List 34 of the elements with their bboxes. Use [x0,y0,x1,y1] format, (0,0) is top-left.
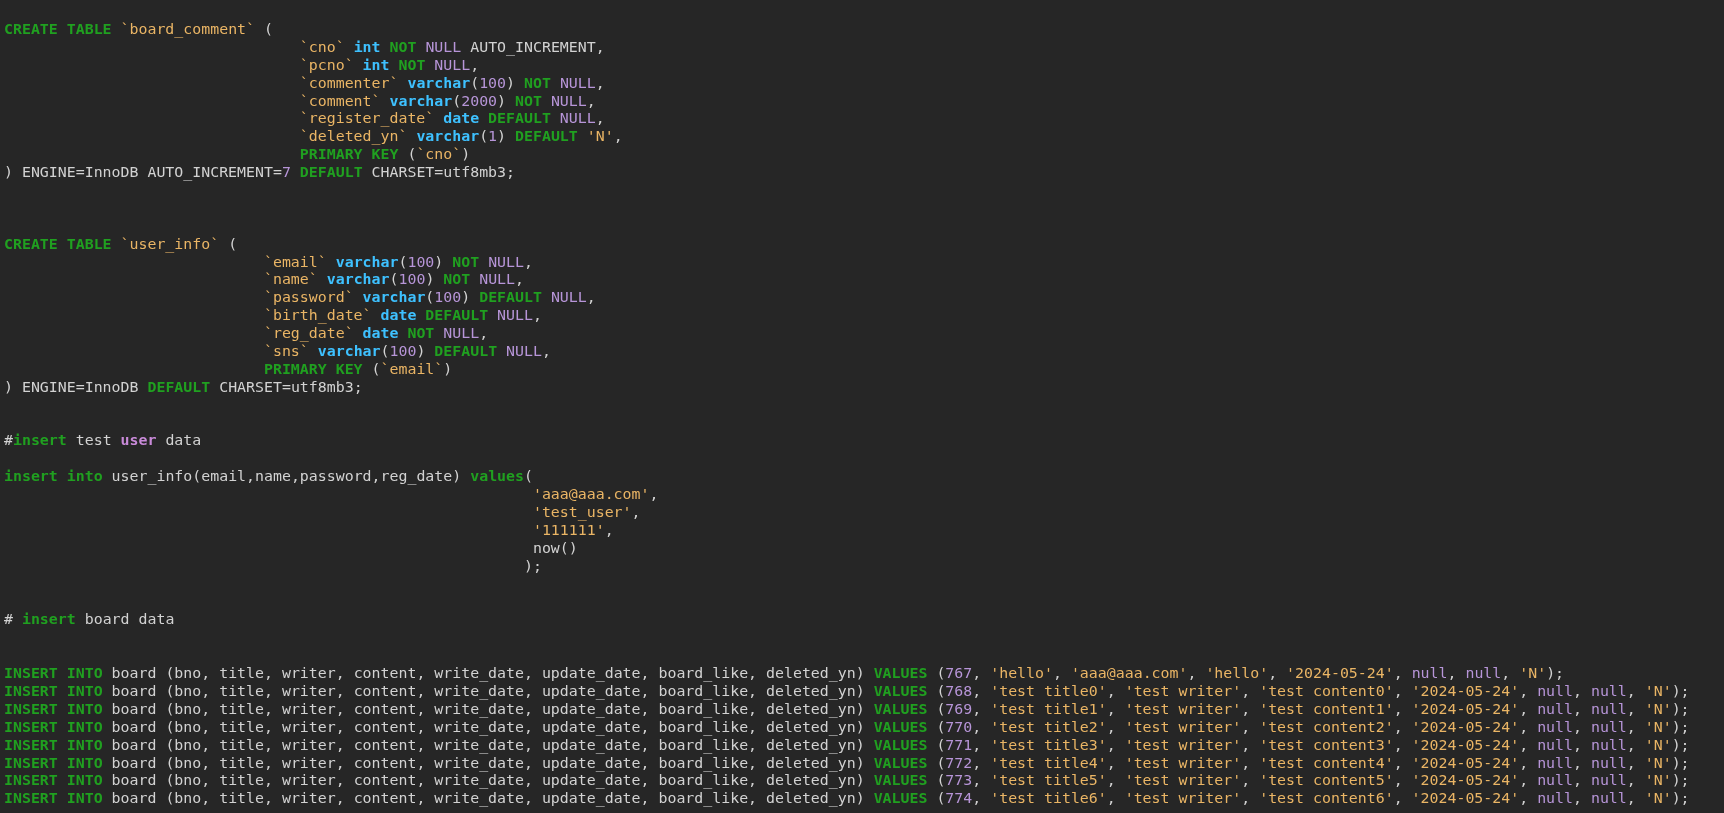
code-line: `deleted_yn` varchar(1) DEFAULT 'N', [299,128,623,147]
code-line: ) ENGINE=InnoDB AUTO_INCREMENT=7 DEFAULT CHARSET=utf8mb3; [4,164,516,182]
code-line: `name` varchar(100) NOT NULL, [263,271,525,290]
code-line: INSERT INTO board (bno, title, writer, content, write_date, update_date, board_like, deleted_yn) VALUES (774, 'test title6', 'test writer', 'test content6', '2024-05-24', null, null, 'N'); [4,790,1690,809]
code-line: CREATE TABLE `user_info` ( [4,235,238,254]
code-line: CREATE TABLE `board_comment` ( [4,21,273,39]
code-line: INSERT INTO board (bno, title, writer, content, write_date, update_date, board_like, deleted_yn) VALUES (771, 'test title3', 'test writer', 'test content3', '2024-05-24', null, null, 'N'); [4,736,1690,755]
code-line: `cno` int NOT NULL AUTO_INCREMENT, [299,38,605,57]
code-line: INSERT INTO board (bno, title, writer, content, write_date, update_date, board_like, deleted_yn) VALUES (768, 'test title0', 'test writer', 'test content0', '2024-05-24', null, null, 'N'); [4,682,1690,701]
code-line: `sns` varchar(100) DEFAULT NULL, [263,343,551,361]
code-line: PRIMARY KEY (`cno`) [299,146,471,165]
code-line: now() [532,539,578,558]
code-line: ) ENGINE=InnoDB DEFAULT CHARSET=utf8mb3; [4,378,363,397]
code-line: `register_date` date DEFAULT NULL, [299,110,605,129]
code-line: ); [523,557,542,576]
code-line: `comment` varchar(2000) NOT NULL, [299,92,596,111]
code-line: INSERT INTO board (bno, title, writer, content, write_date, update_date, board_like, deleted_yn) VALUES (767, 'hello', 'aaa@aaa.com', 'hello', '2024-05-24', null, null, 'N'); [4,665,1565,683]
code-line: INSERT INTO board (bno, title, writer, content, write_date, update_date, board_like, deleted_yn) VALUES (772, 'test title4', 'test writer', 'test content4', '2024-05-24', null, null, 'N'); [4,754,1690,773]
code-line: PRIMARY KEY (`email`) [263,360,453,379]
code-line: `pcno` int NOT NULL, [299,56,480,75]
code-line: '111111', [532,521,614,540]
code-line: INSERT INTO board (bno, title, writer, content, write_date, update_date, board_like, deleted_yn) VALUES (769, 'test title1', 'test writer', 'test content1', '2024-05-24', null, null, 'N'); [4,700,1690,719]
code-line: # insert board data [4,611,175,630]
code-line: `password` varchar(100) DEFAULT NULL, [263,289,596,308]
code-line: 'test_user', [532,504,641,522]
code-line: INSERT INTO board (bno, title, writer, content, write_date, update_date, board_like, deleted_yn) VALUES (773, 'test title5', 'test writer', 'test content5', '2024-05-24', null, null, 'N'); [4,772,1690,791]
code-line: `reg_date` date NOT NULL, [263,325,489,344]
code-line: `commenter` varchar(100) NOT NULL, [299,74,605,93]
code-line: #insert test user data [4,432,202,451]
code-line: 'aaa@aaa.com', [532,486,659,505]
code-line: `birth_date` date DEFAULT NULL, [263,307,542,326]
code-line: `email` varchar(100) NOT NULL, [263,253,533,272]
code-line: insert into user_info(email,name,password,reg_date) values( [4,468,533,487]
code-line: INSERT INTO board (bno, title, writer, content, write_date, update_date, board_like, deleted_yn) VALUES (770, 'test title2', 'test writer', 'test content2', '2024-05-24', null, null, 'N'); [4,718,1690,737]
